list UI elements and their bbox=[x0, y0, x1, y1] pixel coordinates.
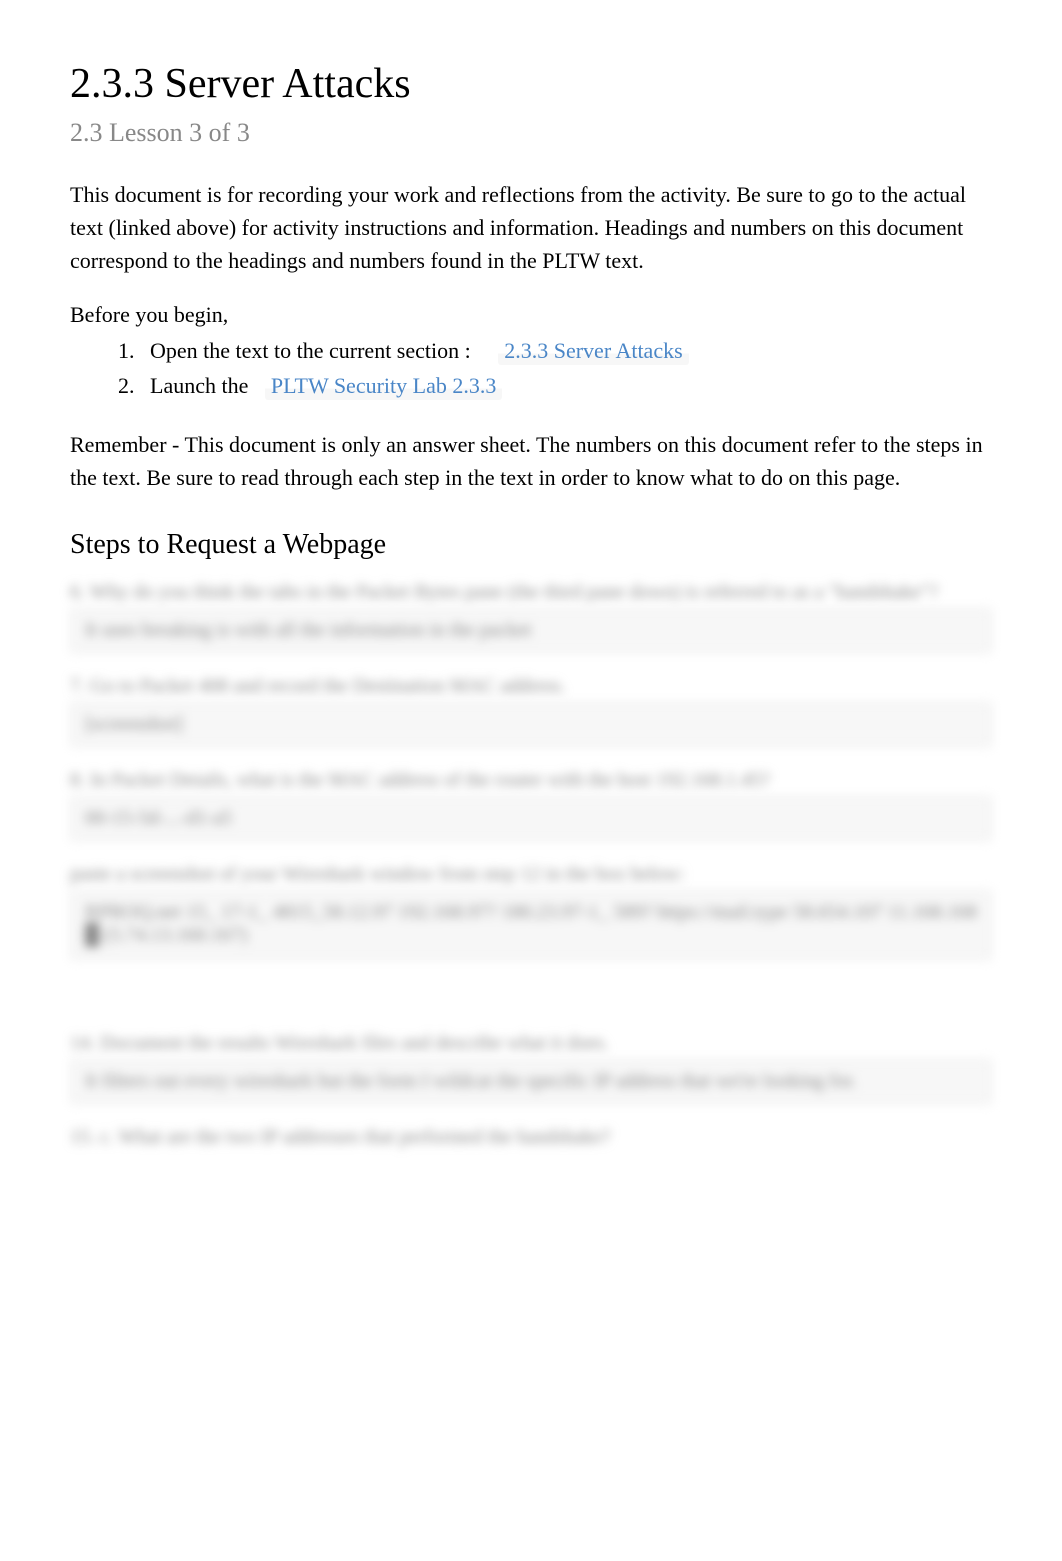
page-subtitle: 2.3 Lesson 3 of 3 bbox=[70, 118, 992, 148]
list-item-1: Open the text to the current section : 2… bbox=[140, 333, 992, 368]
qa-block-1: 6. Why do you think the tabs in the Pack… bbox=[70, 581, 992, 653]
answer-4[interactable]: RPROQ.net 15_ 17-1_ 4815_58.12.97 192.16… bbox=[70, 890, 992, 960]
question-3: 8. In Packet Details, what is the MAC ad… bbox=[70, 769, 992, 792]
page-title: 2.3.3 Server Attacks bbox=[70, 60, 992, 108]
list-item-2-text: Launch the bbox=[150, 373, 248, 398]
qa-block-2: 7. Go to Packet 408 and record the Desti… bbox=[70, 675, 992, 747]
qa-block-5: 14. Document the results Wireshark files… bbox=[70, 1032, 992, 1104]
spacer bbox=[70, 982, 992, 1032]
before-begin-label: Before you begin, bbox=[70, 302, 992, 328]
question-4: paste a screenshot of your Wireshark win… bbox=[70, 863, 992, 886]
list-item-2: Launch the PLTW Security Lab 2.3.3 bbox=[140, 368, 992, 403]
intro-paragraph: This document is for recording your work… bbox=[70, 178, 992, 277]
instructions-list: Open the text to the current section : 2… bbox=[70, 333, 992, 403]
qa-block-6: 15. c. What are the two IP addresses tha… bbox=[70, 1126, 992, 1149]
answer-5[interactable]: It filters out every wireshark but the f… bbox=[70, 1059, 992, 1104]
reminder-paragraph: Remember - This document is only an answ… bbox=[70, 428, 992, 494]
question-2: 7. Go to Packet 408 and record the Desti… bbox=[70, 675, 992, 698]
question-6: 15. c. What are the two IP addresses tha… bbox=[70, 1126, 992, 1149]
qa-block-4: paste a screenshot of your Wireshark win… bbox=[70, 863, 992, 960]
list-item-1-text: Open the text to the current section : bbox=[150, 338, 471, 363]
question-1: 6. Why do you think the tabs in the Pack… bbox=[70, 581, 992, 604]
section-heading: Steps to Request a Webpage bbox=[70, 529, 992, 561]
answer-3[interactable]: 00-15-5d-...-d1-a5 bbox=[70, 796, 992, 841]
qa-block-3: 8. In Packet Details, what is the MAC ad… bbox=[70, 769, 992, 841]
question-5: 14. Document the results Wireshark files… bbox=[70, 1032, 992, 1055]
answer-2[interactable]: [screenshot] bbox=[70, 702, 992, 747]
answer-1[interactable]: It uses breaking is with all the informa… bbox=[70, 608, 992, 653]
security-lab-link[interactable]: PLTW Security Lab 2.3.3 bbox=[265, 371, 502, 400]
server-attacks-link[interactable]: 2.3.3 Server Attacks bbox=[498, 336, 688, 365]
